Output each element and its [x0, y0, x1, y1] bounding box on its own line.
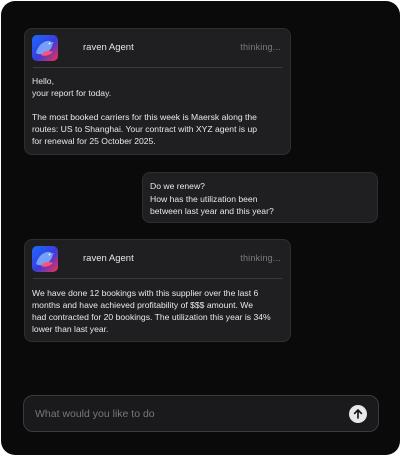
send-button[interactable] [349, 405, 367, 423]
chat-window: raven Agent thinking... Hello, your repo… [1, 1, 400, 455]
user-message-line: Do we renew? [150, 181, 205, 191]
message-paragraph: We have done 12 bookings with this suppl… [32, 288, 271, 334]
message-input[interactable] [35, 406, 335, 422]
arrow-up-icon [353, 409, 363, 419]
agent-message: raven Agent thinking... Hello, your repo… [24, 28, 291, 155]
raven-logo-icon [32, 35, 58, 61]
agent-message: raven Agent thinking... We have done 12 … [24, 239, 291, 342]
agent-status: thinking... [240, 42, 281, 52]
message-composer [23, 395, 379, 432]
user-message-line: How has the utilization been [150, 193, 258, 204]
user-message: Do we renew? How has the utilization bee… [142, 172, 378, 223]
agent-message-body: Hello, your report for today. The most b… [32, 75, 282, 147]
agent-message-body: We have done 12 bookings with this suppl… [32, 287, 282, 335]
header-divider [33, 67, 282, 68]
agent-name: raven Agent [83, 253, 134, 264]
message-paragraph: The most booked carriers for this week i… [32, 112, 258, 146]
agent-status: thinking... [240, 253, 281, 263]
agent-message-header: raven Agent thinking... [25, 240, 290, 278]
message-paragraph: Hello, your report for today. [32, 76, 112, 98]
raven-logo-icon [32, 246, 58, 272]
agent-name: raven Agent [83, 42, 134, 53]
user-message-line: between last year and this year? [150, 206, 274, 216]
header-divider [33, 278, 282, 279]
agent-message-header: raven Agent thinking... [25, 29, 290, 67]
